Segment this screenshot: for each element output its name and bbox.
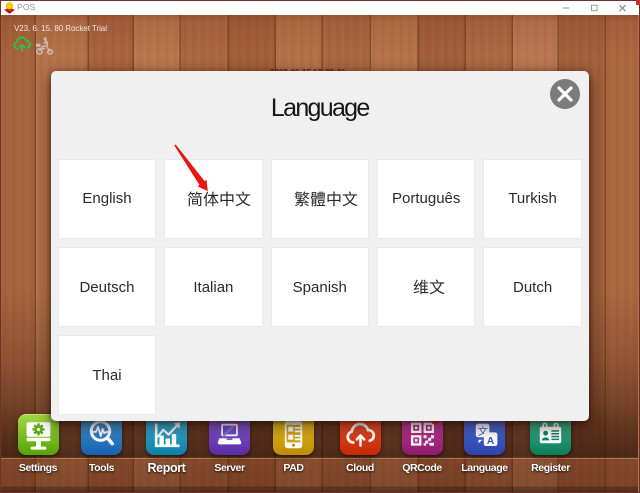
svg-text:A: A [487, 435, 495, 447]
